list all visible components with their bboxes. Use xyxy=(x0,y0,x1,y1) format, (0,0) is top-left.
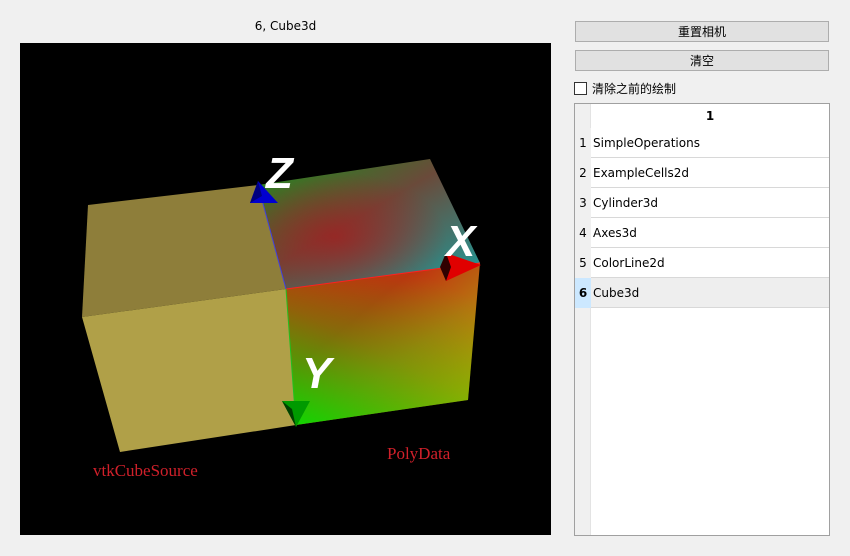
vtkcubesource-label: vtkCubeSource xyxy=(93,461,198,480)
clear-previous-label: 清除之前的绘制 xyxy=(592,82,677,96)
y-axis-label: Y xyxy=(302,349,335,398)
z-axis-label: Z xyxy=(264,149,295,198)
row-cell[interactable]: Cylinder3d xyxy=(591,188,829,218)
row-number[interactable]: 5 xyxy=(575,248,591,278)
row-cell[interactable]: Cube3d xyxy=(591,278,829,308)
row-number[interactable]: 3 xyxy=(575,188,591,218)
scene-svg: Z X Y vtkCubeSource PolyData xyxy=(82,149,481,480)
polydata-label: PolyData xyxy=(387,444,451,463)
table-row-selected[interactable]: 6 Cube3d xyxy=(575,278,829,308)
table-row[interactable]: 4 Axes3d xyxy=(575,218,829,248)
row-number[interactable]: 4 xyxy=(575,218,591,248)
row-cell[interactable]: ColorLine2d xyxy=(591,248,829,278)
x-axis-label: X xyxy=(443,217,478,266)
clear-previous-checkbox[interactable] xyxy=(574,82,587,95)
example-list-table[interactable]: 1 1 SimpleOperations 2 ExampleCells2d 3 … xyxy=(574,103,830,536)
viewer-title: 6, Cube3d xyxy=(254,19,317,33)
clear-previous-option[interactable]: 清除之前的绘制 xyxy=(574,80,676,97)
column-header[interactable]: 1 xyxy=(591,104,829,128)
render-viewport[interactable]: Z X Y vtkCubeSource PolyData xyxy=(20,43,551,535)
table-row[interactable]: 3 Cylinder3d xyxy=(575,188,829,218)
table-row[interactable]: 2 ExampleCells2d xyxy=(575,158,829,188)
reset-camera-button[interactable]: 重置相机 xyxy=(575,21,829,42)
row-cell[interactable]: SimpleOperations xyxy=(591,128,829,158)
table-row[interactable]: 1 SimpleOperations xyxy=(575,128,829,158)
table-row[interactable]: 5 ColorLine2d xyxy=(575,248,829,278)
vtk-cube-source xyxy=(82,185,296,452)
row-number[interactable]: 2 xyxy=(575,158,591,188)
clear-button[interactable]: 清空 xyxy=(575,50,829,71)
row-number[interactable]: 1 xyxy=(575,128,591,158)
row-cell[interactable]: Axes3d xyxy=(591,218,829,248)
row-cell[interactable]: ExampleCells2d xyxy=(591,158,829,188)
row-number[interactable]: 6 xyxy=(575,278,591,308)
